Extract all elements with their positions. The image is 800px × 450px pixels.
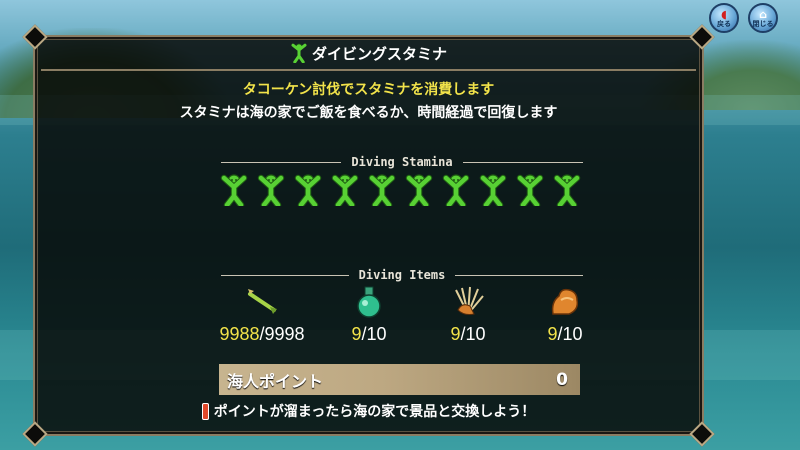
green-diver-icon: [331, 174, 359, 206]
item-count-current: 9: [450, 324, 461, 344]
potion-icon: [357, 286, 381, 318]
stamina-section-heading: Diving Stamina: [221, 152, 583, 172]
sea-points-label: 海人ポイント: [227, 371, 324, 391]
exchange-hint-text: ポイントが溜まったら海の家で景品と交換しよう！: [213, 404, 536, 420]
stamina-consume-message: タコーケン討伐でスタミナを消費します: [242, 82, 495, 98]
green-diver-icon: [368, 174, 396, 206]
green-diver-icon: [257, 174, 285, 206]
close-button-label: 閉じる: [752, 19, 774, 28]
items-heading-text: Diving Items: [358, 268, 446, 282]
title-divider: [41, 69, 696, 71]
heading-rule: [221, 161, 342, 163]
close-button[interactable]: ⌂ 閉じる: [748, 3, 778, 33]
hint-tag-icon: [201, 402, 209, 420]
green-diver-icon: [516, 174, 544, 206]
heading-rule: [462, 161, 583, 163]
heading-rule: [455, 274, 584, 276]
item-fan-boot: 9/10: [422, 284, 514, 345]
exchange-hint: ポイントが溜まったら海の家で景品と交換しよう！: [35, 401, 702, 421]
item-muscle: 9/10: [519, 284, 611, 345]
item-count-max: 10: [465, 324, 486, 344]
green-diver-icon: [294, 174, 322, 206]
green-diver-icon: [553, 174, 581, 206]
fan-boot-icon: [455, 286, 484, 315]
heading-rule: [221, 274, 349, 276]
home-icon: ⌂: [759, 7, 767, 21]
items-section-heading: Diving Items: [221, 265, 584, 285]
stamina-gauge: [219, 174, 582, 206]
item-potion: 9/10: [323, 284, 415, 345]
sea-points-bar: 海人ポイント 0: [219, 364, 580, 395]
item-count-current: 9: [351, 324, 362, 344]
back-icon: ◖: [721, 7, 727, 21]
stamina-panel: ダイビングスタミナ タコーケン討伐でスタミナを消費します スタミナは海の家でご飯…: [22, 24, 715, 447]
item-harpoon: 9988/9998: [216, 284, 308, 345]
stamina-heading-text: Diving Stamina: [351, 155, 453, 169]
green-diver-icon: [220, 174, 248, 206]
harpoon-icon: [248, 289, 277, 314]
muscle-icon: [551, 288, 579, 315]
item-count-max: 10: [562, 324, 583, 344]
sea-points-value: 0: [556, 369, 568, 390]
stamina-recover-message: スタミナは海の家でご飯を食べるか、時間経過で回復します: [179, 105, 558, 121]
diving-items-list: 9988/9998 9/10 9/10 9/10: [219, 284, 609, 354]
green-diver-icon: [442, 174, 470, 206]
green-diver-icon: [479, 174, 507, 206]
panel-title-bar: ダイビングスタミナ: [35, 37, 702, 69]
green-diver-icon: [291, 43, 307, 63]
back-button[interactable]: ◖ 戻る: [709, 3, 739, 33]
item-count-max: 10: [366, 324, 387, 344]
panel-title: ダイビングスタミナ: [311, 44, 447, 63]
green-diver-icon: [405, 174, 433, 206]
item-count-current: 9: [547, 324, 558, 344]
item-count-current: 9988: [219, 324, 260, 344]
back-button-label: 戻る: [717, 19, 731, 28]
item-count-max: 9998: [264, 324, 305, 344]
